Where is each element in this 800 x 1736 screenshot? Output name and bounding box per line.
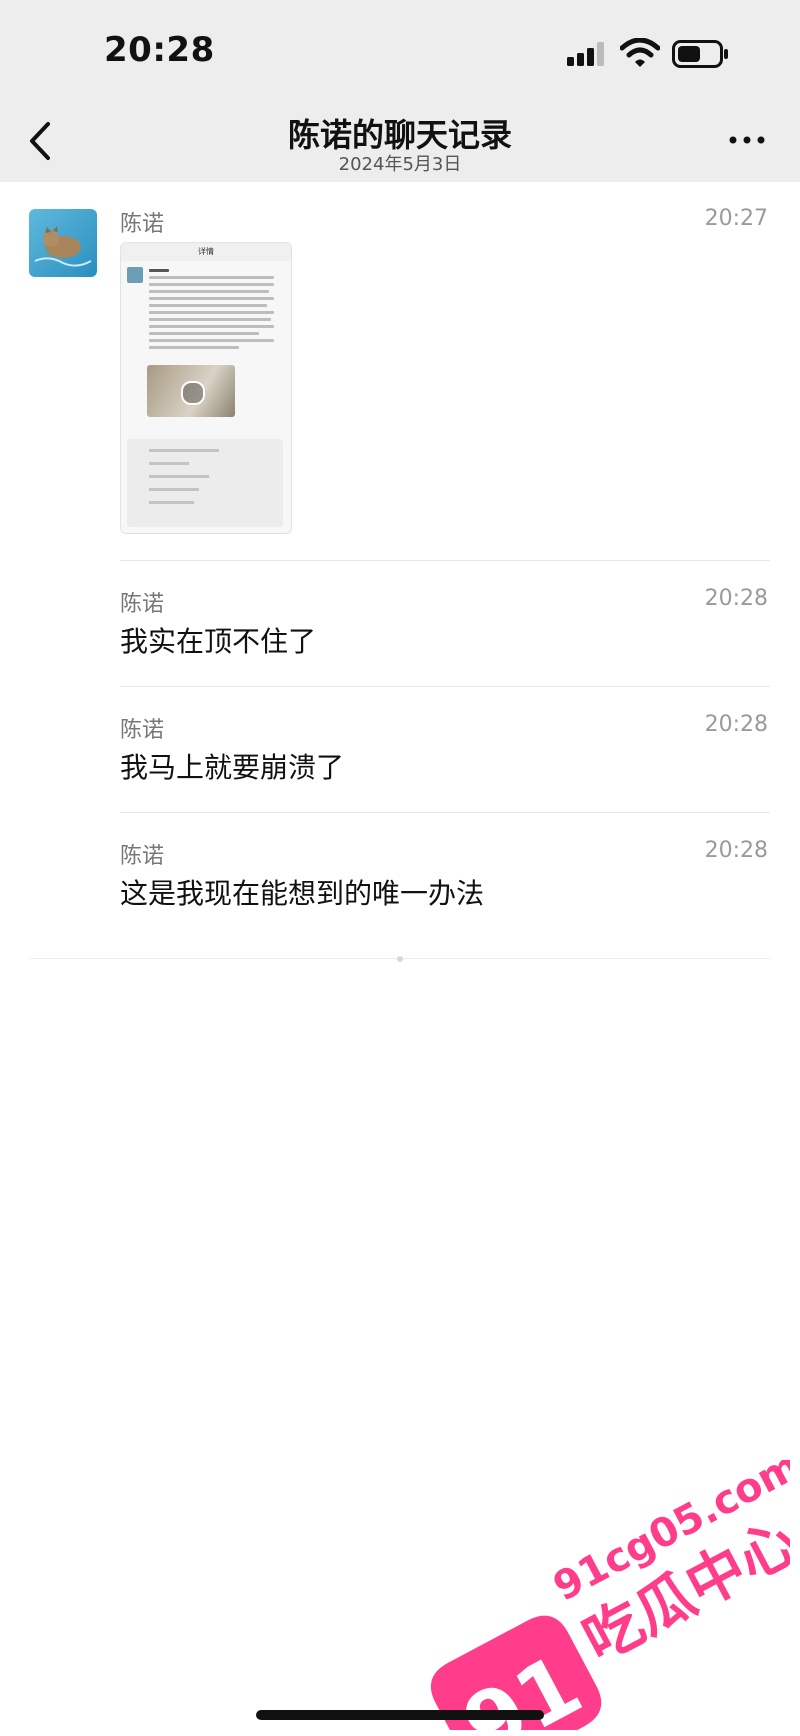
cellular-signal-icon (567, 42, 604, 66)
end-dot (397, 956, 403, 962)
message-divider (120, 560, 770, 561)
message-sender: 陈诺 (120, 844, 165, 869)
page-subtitle-date: 2024年5月3日 (338, 154, 462, 175)
message-divider (120, 686, 770, 687)
more-options-icon[interactable] (726, 125, 768, 155)
message-time: 20:28 (704, 712, 768, 737)
thumbnail-comments (127, 439, 283, 527)
status-time: 20:28 (104, 30, 215, 70)
message-time: 20:27 (704, 206, 768, 231)
message-sender: 陈诺 (120, 212, 165, 237)
thumbnail-header: 详情 (121, 243, 291, 261)
message-text: 我实在顶不住了 (120, 625, 317, 658)
watermark-logo: 91 91cg05.com 吃瓜中心 (430, 1460, 790, 1730)
message-text: 这是我现在能想到的唯一办法 (120, 877, 485, 910)
avatar[interactable] (29, 209, 97, 277)
wifi-icon (620, 38, 660, 67)
top-bar: 20:28 陈诺的聊天记录 2024年5月3日 (0, 0, 800, 182)
message-divider (120, 812, 770, 813)
play-icon (181, 381, 205, 405)
message-sender: 陈诺 (120, 592, 165, 617)
battery-icon (672, 40, 728, 68)
home-indicator[interactable] (256, 1710, 544, 1720)
screenshot-image-message[interactable]: 详情 (120, 242, 292, 534)
message-time: 20:28 (704, 838, 768, 863)
message-text: 我马上就要崩溃了 (120, 751, 345, 784)
message-time: 20:28 (704, 586, 768, 611)
message-sender: 陈诺 (120, 718, 165, 743)
